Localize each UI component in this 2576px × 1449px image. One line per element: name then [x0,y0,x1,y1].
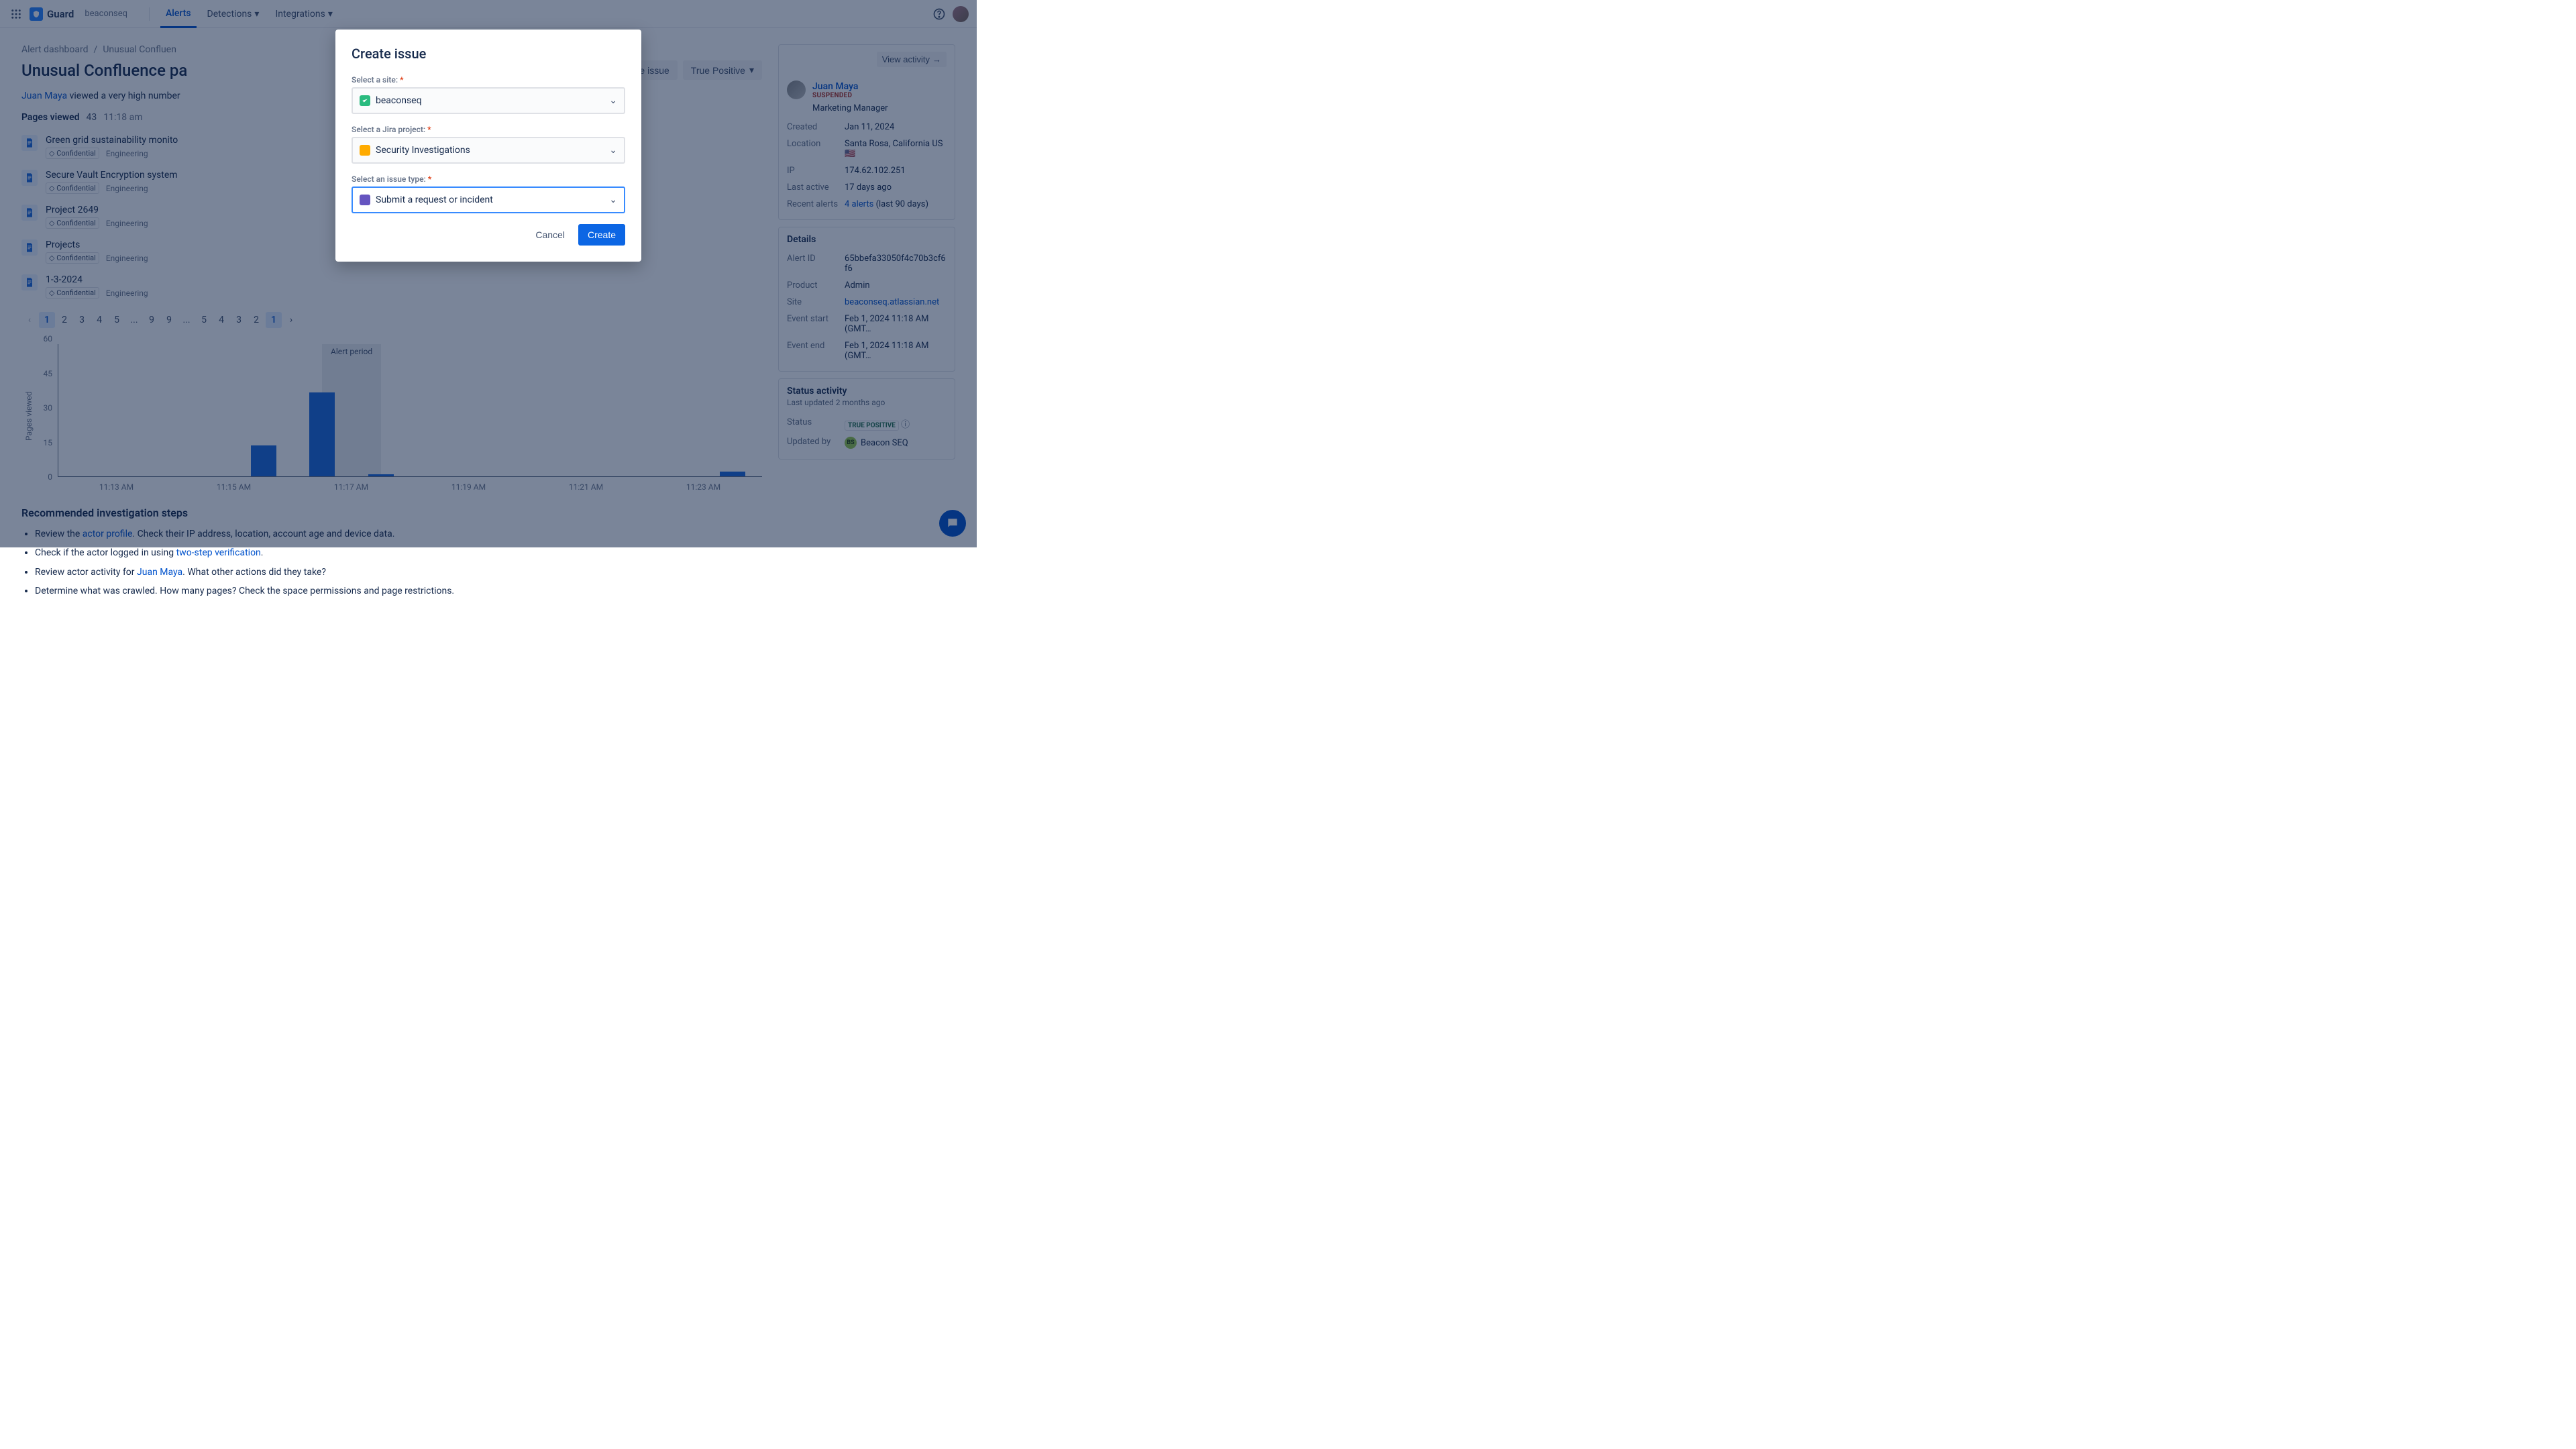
cancel-button[interactable]: Cancel [527,224,573,246]
create-issue-modal: Create issue Select a site: * beaconseq … [335,30,641,262]
modal-title: Create issue [352,46,625,62]
chevron-down-icon: ⌄ [609,145,617,156]
modal-scrim[interactable]: Create issue Select a site: * beaconseq … [0,0,977,547]
site-select[interactable]: beaconseq ⌄ [352,87,625,114]
issuetype-field-label: Select an issue type: * [352,174,625,184]
chevron-down-icon: ⌄ [609,195,617,205]
step-item: Check if the actor logged in using two-s… [35,546,762,559]
site-field-label: Select a site: * [352,75,625,85]
step-link[interactable]: two-step verification [176,547,261,558]
issuetype-select[interactable]: Submit a request or incident ⌄ [352,186,625,213]
site-icon [360,95,370,106]
project-icon [360,145,370,156]
issuetype-icon [360,195,370,205]
step-item: Review actor activity for Juan Maya. Wha… [35,566,762,579]
chevron-down-icon: ⌄ [609,95,617,106]
create-button[interactable]: Create [578,224,625,246]
step-link[interactable]: Juan Maya [137,567,182,578]
step-item: Determine what was crawled. How many pag… [35,584,762,598]
project-field-label: Select a Jira project: * [352,125,625,134]
project-select[interactable]: Security Investigations ⌄ [352,137,625,164]
